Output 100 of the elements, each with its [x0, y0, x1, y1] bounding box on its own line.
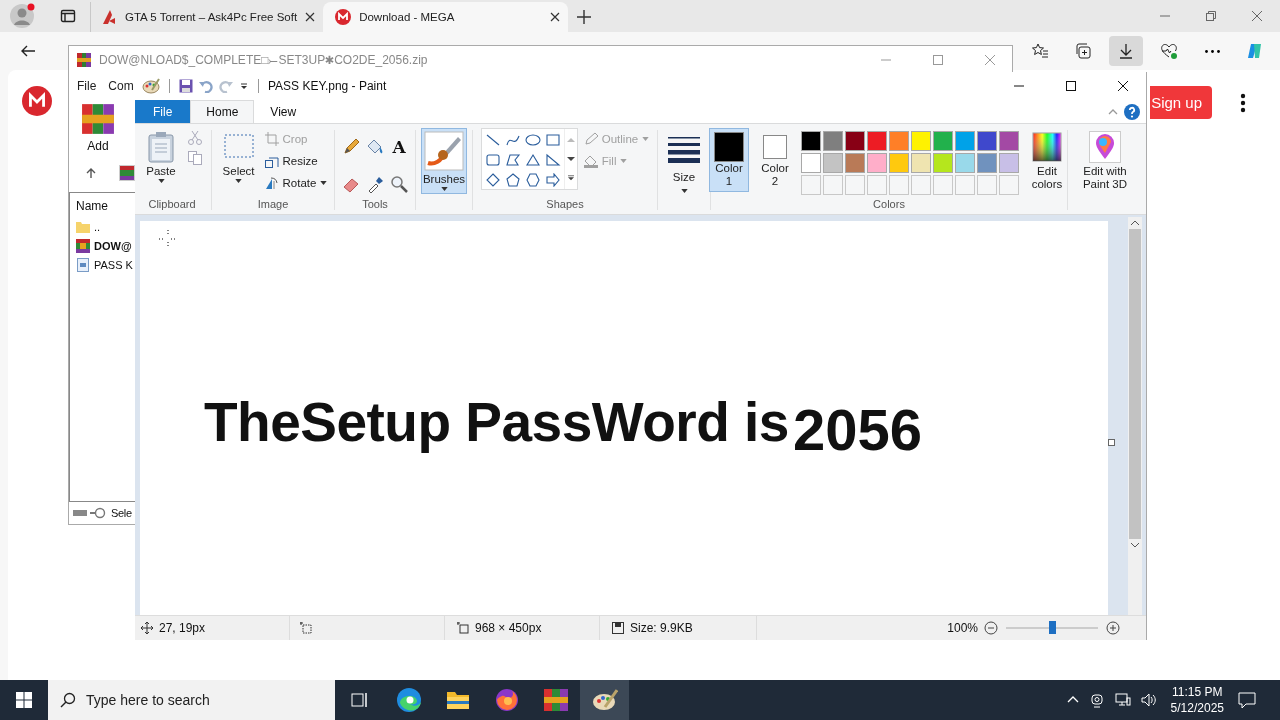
drawing-canvas[interactable]: TheSetup PassWord is2056 [140, 221, 1108, 615]
new-tab-icon[interactable] [576, 9, 593, 25]
select-button[interactable]: Select [218, 128, 259, 186]
palette-color[interactable] [977, 131, 997, 151]
resize-button[interactable]: Resize [264, 152, 328, 170]
empty-color-slot[interactable] [955, 175, 975, 195]
paste-button[interactable]: Paste [141, 128, 181, 186]
palette-color[interactable] [999, 131, 1019, 151]
ribbon-tab[interactable]: Home [190, 100, 255, 123]
palette-color[interactable] [889, 153, 909, 173]
color-1-button[interactable]: Color 1 [709, 128, 749, 192]
empty-color-slot[interactable] [911, 175, 931, 195]
menu-item[interactable]: File [77, 79, 97, 93]
close-icon[interactable] [550, 12, 561, 22]
file-name[interactable]: PASS K [94, 258, 133, 271]
palette-color[interactable] [801, 153, 821, 173]
maximize-icon[interactable] [1065, 80, 1077, 92]
resize-handle[interactable] [1108, 439, 1115, 446]
empty-color-slot[interactable] [999, 175, 1019, 195]
palette-color[interactable] [867, 153, 887, 173]
color-picker-icon[interactable] [366, 175, 384, 193]
menu-item[interactable]: Com [108, 79, 134, 93]
empty-color-slot[interactable] [823, 175, 843, 195]
close-icon[interactable] [1117, 80, 1129, 92]
curve-icon[interactable] [504, 133, 521, 147]
right-arrow-icon[interactable] [544, 173, 561, 187]
text-tool[interactable]: A [390, 138, 408, 156]
brushes-button[interactable]: Brushes [420, 128, 468, 194]
palette-color[interactable] [889, 131, 909, 151]
sign-up-button[interactable]: Sign up [1150, 86, 1212, 119]
palette-color[interactable] [823, 131, 843, 151]
help-icon[interactable] [1124, 103, 1140, 120]
right-triangle-icon[interactable] [544, 153, 561, 167]
downloads-button[interactable] [1109, 36, 1143, 66]
palette-color[interactable] [911, 131, 931, 151]
palette-color[interactable] [867, 131, 887, 151]
restore-icon[interactable] [1205, 10, 1217, 22]
size-button[interactable]: Size [664, 128, 704, 196]
empty-color-slot[interactable] [801, 175, 821, 195]
undo-icon[interactable] [199, 79, 213, 93]
profile-avatar-icon[interactable] [9, 3, 35, 29]
edit-colors-button[interactable]: Edit colors [1025, 128, 1069, 194]
tab-actions-icon[interactable] [60, 8, 76, 24]
empty-color-slot[interactable] [867, 175, 887, 195]
empty-color-slot[interactable] [889, 175, 909, 195]
empty-color-slot[interactable] [933, 175, 953, 195]
palette-color[interactable] [933, 153, 953, 173]
close-icon[interactable] [305, 12, 316, 22]
customize-caret-icon[interactable] [239, 81, 249, 91]
line-icon[interactable] [484, 133, 501, 147]
more-options-icon[interactable] [1240, 93, 1246, 113]
fill-bucket-icon[interactable] [366, 138, 384, 156]
column-header[interactable]: Name [70, 193, 122, 217]
palette-color[interactable] [911, 153, 931, 173]
scroll-down-icon[interactable] [1131, 542, 1139, 548]
palette-color[interactable] [845, 131, 865, 151]
webcam-icon[interactable] [1088, 692, 1105, 708]
ribbon-tab[interactable]: View [254, 100, 313, 123]
ribbon-tab[interactable]: File [135, 100, 191, 123]
palette-color[interactable] [955, 131, 975, 151]
scroll-up-icon[interactable] [1131, 220, 1139, 226]
palette-color[interactable] [955, 153, 975, 173]
polygon-icon[interactable] [504, 153, 521, 167]
zoom-out-icon[interactable] [984, 621, 998, 635]
paint-taskbar-button[interactable] [580, 680, 629, 720]
vertical-scrollbar[interactable] [1128, 217, 1142, 615]
m-logo-icon[interactable] [22, 86, 52, 116]
add-button[interactable]: Add [81, 102, 115, 158]
up-arrow-icon[interactable] [85, 167, 97, 179]
back-icon[interactable] [20, 43, 36, 59]
browser-tab[interactable]: Download - MEGA [323, 2, 569, 32]
zoom-in-icon[interactable] [1106, 621, 1120, 635]
palette-color[interactable] [999, 153, 1019, 173]
scroll-down-icon[interactable] [566, 156, 575, 162]
clock-time[interactable]: 11:15 PM [1172, 684, 1223, 700]
rectangle-icon[interactable] [544, 133, 561, 147]
palette-color[interactable] [933, 131, 953, 151]
save-icon[interactable] [179, 79, 193, 93]
empty-color-slot[interactable] [845, 175, 865, 195]
slider-thumb[interactable] [1049, 621, 1056, 634]
file-name[interactable]: DOW@ [94, 239, 132, 252]
windows-start-icon[interactable] [16, 692, 32, 708]
volume-icon[interactable] [1140, 692, 1157, 708]
palette-color[interactable] [845, 153, 865, 173]
pencil-icon[interactable] [342, 138, 360, 156]
empty-color-slot[interactable] [977, 175, 997, 195]
magnifier-icon[interactable] [390, 175, 408, 193]
palette-color[interactable] [977, 153, 997, 173]
hexagon-icon[interactable] [524, 173, 541, 187]
edit-with-paint-3d-button[interactable]: Edit with Paint 3D [1072, 128, 1138, 194]
triangle-icon[interactable] [524, 153, 541, 167]
palette-color[interactable] [801, 131, 821, 151]
notifications-icon[interactable] [1238, 691, 1256, 709]
file-name[interactable]: .. [94, 220, 101, 233]
expand-gallery-icon[interactable] [566, 174, 575, 181]
color-2-button[interactable]: Color 2 [755, 128, 795, 192]
pentagon-icon[interactable] [504, 173, 521, 187]
network-icon[interactable] [1114, 692, 1131, 708]
diamond-icon[interactable] [484, 173, 501, 187]
rotate-button[interactable]: Rotate [264, 174, 328, 192]
